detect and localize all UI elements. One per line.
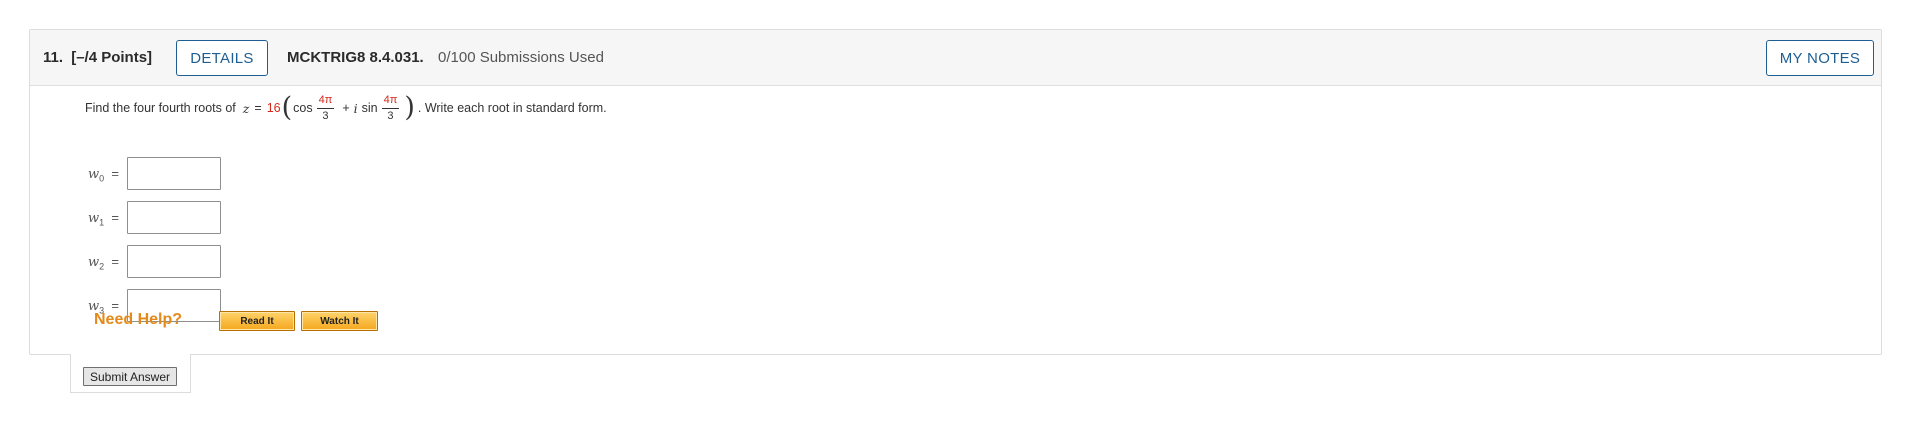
prompt-z: z bbox=[242, 100, 250, 116]
angle-numerator-1: 4π bbox=[316, 94, 335, 109]
prompt-tail: . Write each root in standard form. bbox=[417, 101, 607, 115]
question-number-text: 11. bbox=[43, 49, 64, 66]
close-paren-glyph: ) bbox=[404, 91, 415, 123]
question-card: 11. [–/4 Points] DETAILS MCKTRIG8 8.4.03… bbox=[29, 29, 1882, 355]
angle-denominator-1: 3 bbox=[322, 109, 329, 122]
prompt-cos: cos bbox=[293, 101, 313, 115]
question-body: Find the four fourth roots of z = 16 ( c… bbox=[85, 86, 1881, 354]
answer-label: w2 = bbox=[88, 254, 119, 272]
submissions-used: 0/100 Submissions Used bbox=[438, 49, 604, 66]
answer-input-w0[interactable] bbox=[127, 157, 221, 190]
need-help-title: Need Help? bbox=[94, 311, 183, 328]
question-header: 11. [–/4 Points] DETAILS MCKTRIG8 8.4.03… bbox=[30, 30, 1881, 86]
question-points: [–/4 Points] bbox=[71, 49, 153, 66]
angle-fraction-2: 4π 3 bbox=[381, 94, 400, 122]
submit-answer-button[interactable]: Submit Answer bbox=[83, 367, 177, 386]
watch-it-button[interactable]: Watch It bbox=[301, 311, 378, 331]
answer-label: w1 = bbox=[88, 210, 119, 228]
question-number: 11. [–/4 Points] bbox=[43, 49, 152, 66]
prompt-plus: + bbox=[342, 101, 350, 115]
prompt-modulus: 16 bbox=[266, 101, 281, 115]
angle-fraction-1: 4π 3 bbox=[316, 94, 335, 122]
read-it-button[interactable]: Read It bbox=[219, 311, 295, 331]
prompt-lead: Find the four fourth roots of bbox=[85, 101, 236, 115]
answer-row-w1: w1 = bbox=[85, 201, 285, 235]
question-code: MCKTRIG8 8.4.031. bbox=[287, 49, 424, 66]
prompt-sin: sin bbox=[361, 101, 378, 115]
angle-denominator-2: 3 bbox=[387, 109, 394, 122]
details-button[interactable]: DETAILS bbox=[176, 40, 268, 76]
answer-label: w0 = bbox=[88, 166, 119, 184]
prompt-i: i bbox=[353, 100, 358, 116]
answer-input-w2[interactable] bbox=[127, 245, 221, 278]
answer-row-w2: w2 = bbox=[85, 245, 285, 279]
answer-row-w0: w0 = bbox=[85, 157, 285, 191]
angle-numerator-2: 4π bbox=[381, 94, 400, 109]
question-prompt: Find the four fourth roots of z = 16 ( c… bbox=[85, 93, 607, 123]
submit-tab: Submit Answer bbox=[70, 354, 191, 393]
prompt-equals: = bbox=[254, 101, 262, 115]
my-notes-button[interactable]: MY NOTES bbox=[1766, 40, 1874, 76]
open-paren-glyph: ( bbox=[281, 91, 293, 123]
answer-input-w1[interactable] bbox=[127, 201, 221, 234]
